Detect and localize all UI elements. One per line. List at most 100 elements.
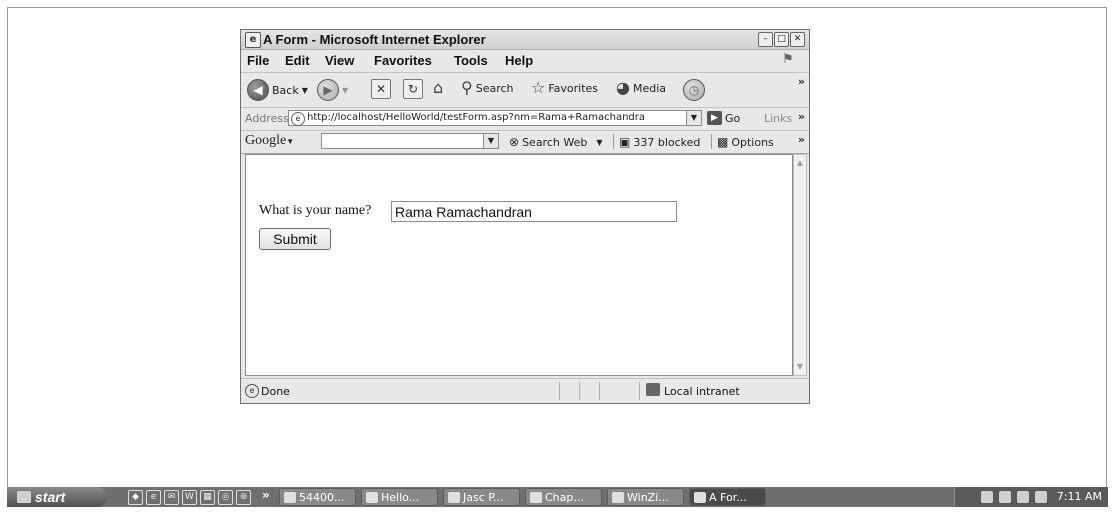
windows-flag-icon — [17, 491, 31, 503]
search-web-label: Search Web — [522, 135, 588, 149]
task-label: WinZi... — [627, 490, 669, 504]
google-search-input[interactable]: ▼ — [321, 133, 499, 149]
status-pane-divider — [639, 382, 640, 400]
links-chevron-icon[interactable]: » — [798, 110, 805, 123]
google-overflow-chevron-icon[interactable]: » — [798, 133, 805, 146]
popup-blocker-icon: ▣ — [619, 135, 631, 149]
media-button[interactable]: ◕ Media — [616, 79, 666, 97]
menu-edit[interactable]: Edit — [285, 53, 310, 68]
search-icon: ⚲ — [461, 78, 473, 97]
quicklaunch-ie-icon[interactable]: e — [146, 490, 161, 505]
history-icon: ◷ — [683, 79, 705, 101]
search-label: Search — [475, 81, 514, 95]
address-dropdown-icon[interactable]: ▼ — [686, 111, 701, 125]
home-button[interactable]: ⌂ — [433, 79, 443, 97]
tray-monitor-icon[interactable] — [1035, 491, 1047, 503]
taskbar-button[interactable]: Hello... — [361, 488, 438, 506]
taskbar-button[interactable]: 54400... — [279, 488, 356, 506]
taskbar-button-active[interactable]: A For... — [689, 488, 766, 506]
popup-blocker-button[interactable]: ▣ 337 blocked — [619, 135, 700, 149]
taskbar-button[interactable]: Jasc P... — [443, 488, 520, 506]
home-icon: ⌂ — [433, 78, 444, 97]
task-ie-icon — [694, 491, 706, 503]
tray-app-icon[interactable] — [999, 491, 1011, 503]
favorites-button[interactable]: ☆ Favorites — [531, 79, 598, 97]
standard-toolbar: ◀ Back ▼ ▶ ▼ ✕ ↻ ⌂ ⚲ Search ☆ Favorites … — [241, 73, 809, 108]
stop-button[interactable]: ✕ — [371, 79, 391, 99]
quicklaunch-outlook-icon[interactable]: ✉ — [164, 490, 179, 505]
status-pane-divider — [559, 382, 560, 400]
media-label: Media — [632, 81, 667, 95]
task-app-icon — [366, 491, 378, 503]
forward-button[interactable]: ▶ ▼ — [317, 79, 348, 101]
back-button[interactable]: ◀ Back ▼ — [247, 79, 308, 101]
tray-security-icon[interactable] — [1017, 491, 1029, 503]
quicklaunch-media-icon[interactable]: ◎ — [218, 490, 233, 505]
taskbar-button[interactable]: Chap... — [525, 488, 602, 506]
history-button[interactable]: ◷ — [683, 79, 705, 101]
refresh-button[interactable]: ↻ — [403, 79, 423, 99]
clock[interactable]: 7:11 AM — [1057, 490, 1102, 503]
start-button[interactable]: start — [7, 487, 107, 507]
quicklaunch-chevron-icon[interactable]: » — [262, 488, 270, 502]
status-pane-divider — [579, 382, 580, 400]
menu-help[interactable]: Help — [505, 53, 533, 68]
task-label: Chap... — [545, 490, 584, 504]
taskbar-button[interactable]: WinZi... — [607, 488, 684, 506]
windows-flag-icon: ⚑ — [782, 52, 794, 67]
quicklaunch-browser-icon[interactable]: ⊛ — [236, 490, 251, 505]
status-bar: e Done Local intranet — [241, 378, 809, 404]
task-label: Hello... — [381, 490, 420, 504]
links-label[interactable]: Links — [764, 112, 792, 125]
vertical-scrollbar[interactable]: ▲ ▼ — [793, 154, 807, 376]
tray-network-icon[interactable] — [981, 491, 993, 503]
options-icon: ▩ — [717, 135, 729, 149]
google-dropdown-icon[interactable]: ▼ — [483, 134, 498, 148]
media-icon: ◕ — [616, 78, 630, 97]
submit-button[interactable]: Submit — [259, 228, 331, 250]
scroll-down-icon[interactable]: ▼ — [795, 361, 805, 373]
go-button[interactable]: ▶ Go — [707, 111, 740, 125]
google-logo-text: Google — [245, 133, 287, 148]
local-intranet-icon — [646, 383, 660, 396]
chevron-down-icon: ▼ — [301, 85, 308, 95]
address-input[interactable]: e http://localhost/HelloWorld/testForm.a… — [288, 110, 702, 126]
menu-favorites[interactable]: Favorites — [374, 53, 432, 68]
quicklaunch-desktop-icon[interactable]: ◆ — [128, 490, 143, 505]
minimize-button[interactable]: – — [758, 32, 773, 47]
go-arrow-icon: ▶ — [707, 111, 722, 125]
task-label: 54400... — [299, 490, 345, 504]
binoculars-icon: ⊗ — [509, 135, 520, 149]
menu-bar: File Edit View Favorites Tools Help ⚑ — [241, 50, 809, 73]
options-button[interactable]: ▩ Options — [717, 135, 774, 149]
toolbar-overflow-chevron-icon[interactable]: » — [798, 75, 805, 88]
menu-file[interactable]: File — [247, 53, 269, 68]
chevron-down-icon: ▼ — [342, 85, 349, 95]
ie-window: e A Form - Microsoft Internet Explorer –… — [240, 29, 810, 404]
task-app-icon — [448, 491, 460, 503]
maximize-button[interactable]: □ — [774, 32, 789, 47]
name-input[interactable] — [391, 201, 677, 222]
page-content: What is your name? Submit — [245, 154, 793, 376]
close-button[interactable]: ✕ — [790, 32, 805, 47]
back-label: Back — [272, 83, 299, 97]
page-done-icon: e — [245, 384, 259, 398]
search-button[interactable]: ⚲ Search — [461, 79, 514, 97]
quicklaunch-app-icon[interactable]: ▦ — [200, 490, 215, 505]
task-label: A For... — [709, 490, 747, 504]
name-question-label: What is your name? — [259, 203, 372, 218]
menu-view[interactable]: View — [325, 53, 354, 68]
blocked-count: 337 blocked — [633, 135, 701, 149]
back-arrow-icon: ◀ — [247, 79, 269, 101]
search-web-button[interactable]: ⊗ Search Web ▼ — [509, 135, 603, 149]
separator — [711, 134, 712, 149]
google-logo[interactable]: Google▼ — [245, 133, 294, 149]
quicklaunch-word-icon[interactable]: W — [182, 490, 197, 505]
menu-tools[interactable]: Tools — [454, 53, 488, 68]
title-bar[interactable]: e A Form - Microsoft Internet Explorer –… — [241, 30, 809, 50]
task-label: Jasc P... — [463, 490, 504, 504]
system-tray: 7:11 AM — [954, 487, 1108, 507]
scroll-up-icon[interactable]: ▲ — [795, 157, 805, 169]
google-toolbar: Google▼ ▼ ⊗ Search Web ▼ ▣ 337 blocked ▩… — [241, 131, 809, 154]
forward-arrow-icon: ▶ — [317, 79, 339, 101]
